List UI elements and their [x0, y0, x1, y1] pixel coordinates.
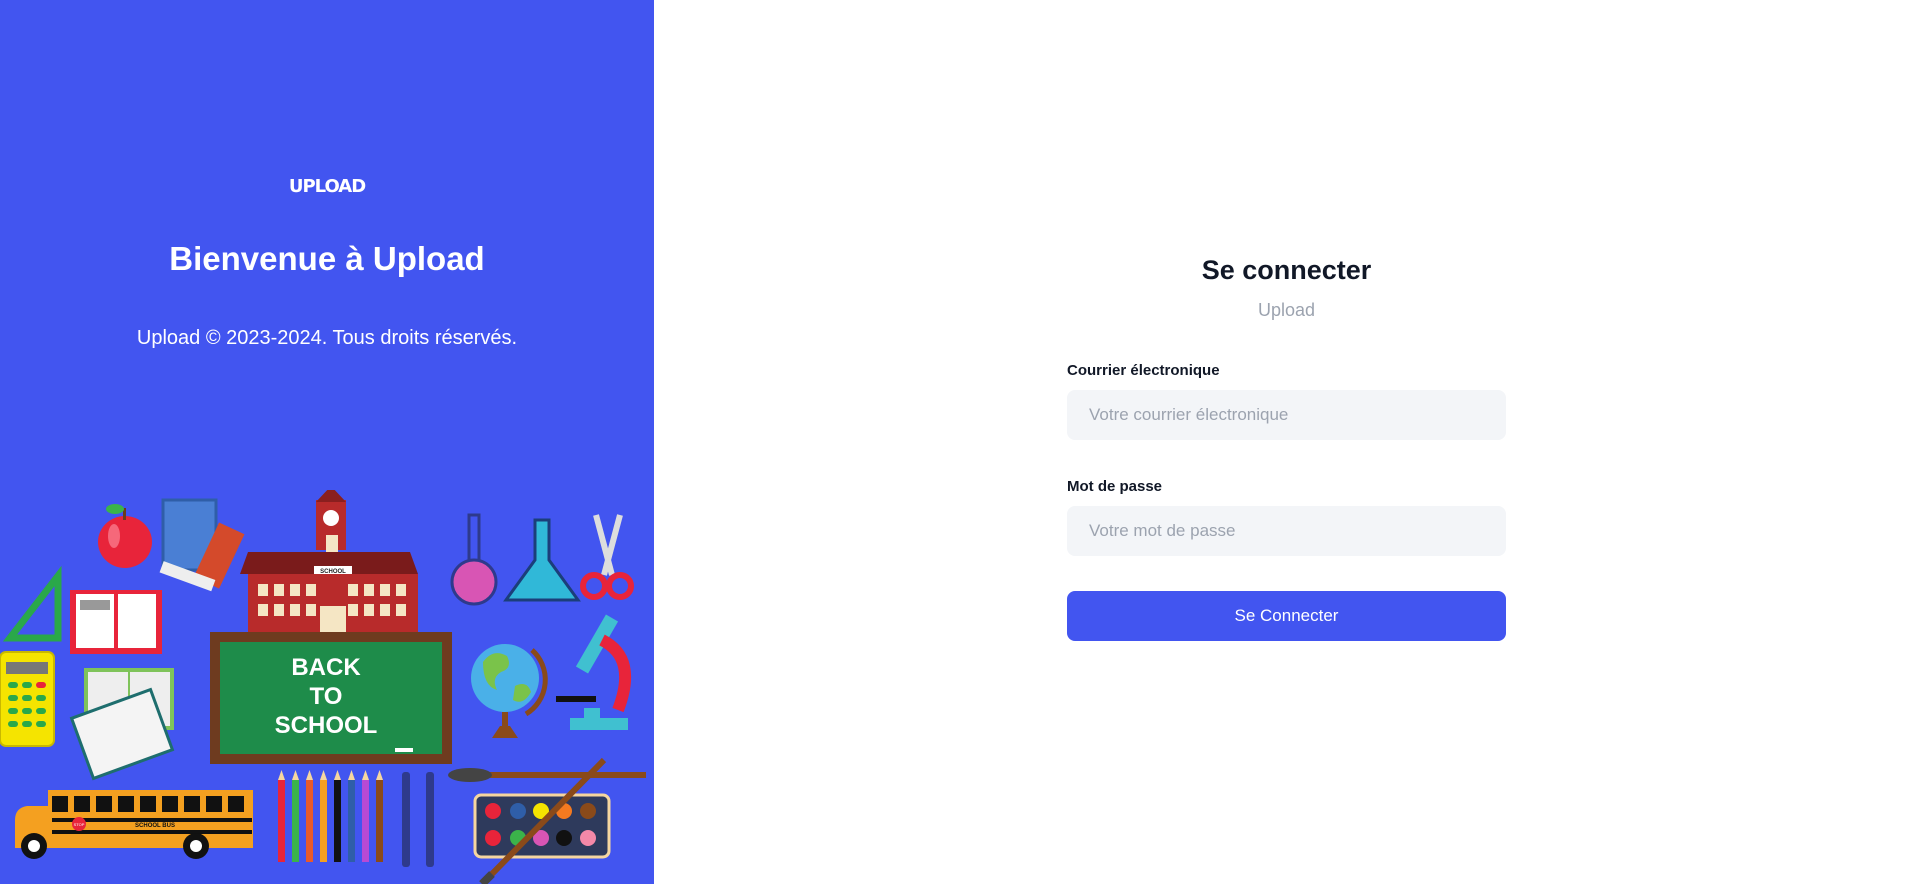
copyright-text: Upload © 2023-2024. Tous droits réservés… [136, 327, 518, 349]
login-subtitle: Upload [1257, 300, 1316, 320]
school-building-icon: SCHOOL [240, 490, 418, 634]
login-button[interactable]: Se Connecter [1067, 591, 1506, 641]
logo-text: UPLOAD [288, 176, 366, 197]
upload-logo: UPLOAD [0, 176, 654, 197]
globe-icon [471, 644, 548, 738]
bus-sign: SCHOOL BUS [135, 823, 175, 829]
back-to-school-illustration: SCHOOL BACK TO SCHOOL SCHOOL BUS STOP [0, 490, 646, 884]
microscope-icon [556, 614, 632, 730]
calculator-icon [0, 651, 55, 747]
email-field[interactable] [1067, 390, 1506, 440]
school-bus-icon: SCHOOL BUS STOP [15, 790, 253, 859]
chalkboard-icon: BACK TO SCHOOL [210, 632, 452, 764]
paint-brush-icon [448, 768, 646, 782]
pens-icon [402, 772, 434, 867]
board-line-2: TO [310, 683, 343, 710]
conical-flask-icon [503, 518, 581, 602]
password-label: Mot de passe [1067, 478, 1163, 495]
email-label: Courrier électronique [1067, 362, 1220, 379]
colored-pencils-icon [278, 770, 383, 862]
building-sign: SCHOOL [320, 569, 346, 575]
round-flask-icon [450, 513, 498, 606]
apple-icon [98, 504, 152, 568]
welcome-heading: Bienvenue à Upload [169, 240, 485, 277]
login-page: UPLOAD Bienvenue à Upload Upload © 2023-… [0, 0, 1919, 884]
notebook-icon [69, 668, 175, 781]
login-title: Se connecter [1201, 255, 1372, 285]
books-stack-icon [159, 498, 245, 592]
open-book-icon [70, 590, 162, 654]
watercolor-palette-icon [473, 757, 611, 884]
board-line-3: SCHOOL [275, 712, 378, 739]
bus-stop-sign: STOP [74, 822, 85, 827]
login-panel [654, 0, 1919, 884]
password-field[interactable] [1067, 506, 1506, 556]
scissors-icon [580, 514, 634, 600]
welcome-panel: UPLOAD Bienvenue à Upload Upload © 2023-… [0, 0, 654, 884]
board-line-1: BACK [291, 654, 361, 681]
triangle-ruler-icon [2, 565, 62, 642]
